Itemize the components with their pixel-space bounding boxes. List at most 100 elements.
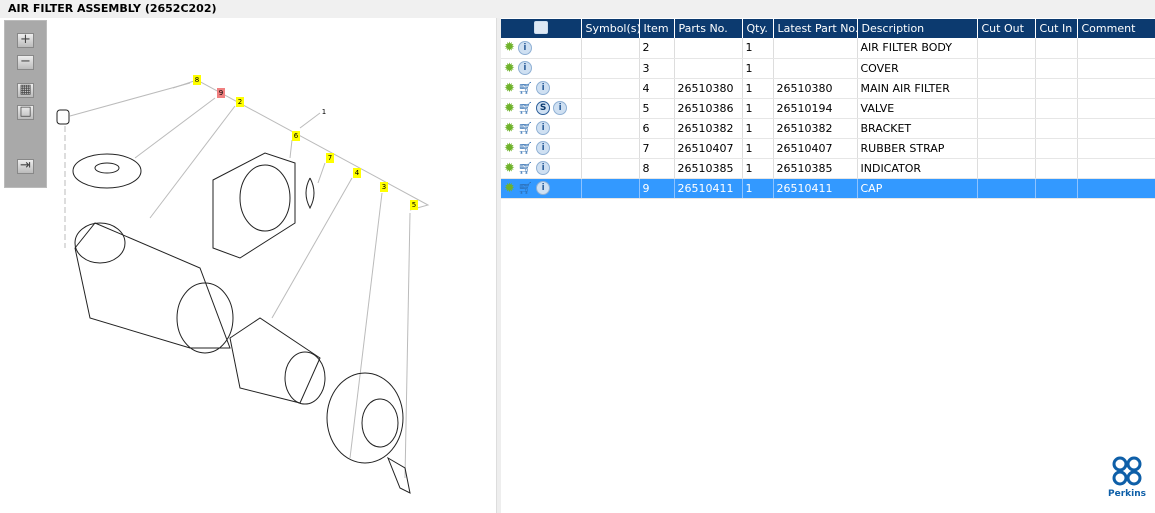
cut-out-cell — [977, 98, 1036, 119]
table-row[interactable]: ✹ 🛒︎ i 9 26510411 1 26510411 CAP — [501, 178, 1155, 199]
callout-3[interactable]: 3 — [380, 182, 388, 192]
gear-icon[interactable]: ✹ — [504, 101, 515, 116]
column-header[interactable]: Cut Out — [977, 19, 1036, 38]
comment-cell — [1077, 38, 1155, 59]
column-header-tools[interactable] — [501, 19, 582, 38]
column-header[interactable]: Comment — [1077, 19, 1155, 38]
row-actions: ✹ 🛒︎ i — [501, 178, 582, 199]
cart-icon[interactable]: 🛒︎ — [518, 121, 533, 135]
info-icon[interactable]: i — [536, 161, 551, 175]
callout-7[interactable]: 7 — [326, 153, 334, 163]
callout-1[interactable]: 1 — [320, 107, 328, 117]
export-panel-button[interactable]: ⇥ — [17, 159, 34, 174]
parts-no-cell: 26510380 — [674, 78, 743, 99]
column-header[interactable]: Description — [857, 19, 978, 38]
gear-icon[interactable]: ✹ — [504, 141, 515, 156]
latest-part-cell — [773, 58, 858, 79]
cart-icon[interactable]: 🛒︎ — [518, 141, 533, 155]
cut-out-cell — [977, 38, 1036, 59]
fit-view-button[interactable]: ▦ — [17, 83, 34, 98]
qty-cell: 1 — [742, 78, 774, 99]
table-row[interactable]: ✹ 🛒︎ i 4 26510380 1 26510380 MAIN AIR FILT… — [501, 78, 1155, 99]
item-cell: 2 — [639, 38, 675, 59]
cut-out-cell — [977, 158, 1036, 179]
table-row[interactable]: ✹ 🛒︎ i 7 26510407 1 26510407 RUBBER STRAP — [501, 138, 1155, 159]
info-icon[interactable]: i — [517, 61, 532, 75]
gear-icon[interactable]: ✹ — [504, 121, 515, 136]
description-cell: INDICATOR — [857, 158, 978, 179]
column-header[interactable]: Qty. — [742, 19, 774, 38]
item-cell: 9 — [639, 178, 675, 199]
column-header[interactable]: Cut In — [1035, 19, 1078, 38]
qty-cell: 1 — [742, 98, 774, 119]
callout-6[interactable]: 6 — [292, 131, 300, 141]
parts-no-cell — [674, 58, 743, 79]
callout-8[interactable]: 8 — [193, 75, 201, 85]
latest-part-cell: 26510385 — [773, 158, 858, 179]
callout-2[interactable]: 2 — [236, 97, 244, 107]
qty-cell: 1 — [742, 38, 774, 59]
info-icon[interactable]: i — [536, 181, 551, 195]
gear-icon[interactable]: ✹ — [504, 161, 515, 176]
symbols-cell — [581, 178, 640, 199]
page-title: AIR FILTER ASSEMBLY (2652C202) — [0, 0, 1155, 18]
callout-9[interactable]: 9 — [217, 88, 225, 98]
cart-icon[interactable]: 🛒︎ — [518, 101, 533, 115]
cart-icon[interactable]: 🛒︎ — [518, 161, 533, 175]
description-cell: VALVE — [857, 98, 978, 119]
cut-out-cell — [977, 178, 1036, 199]
viewer-toolbar: + − ▦ □ ⇥ — [4, 20, 47, 188]
parts-no-cell: 26510386 — [674, 98, 743, 119]
comment-cell — [1077, 98, 1155, 119]
row-actions: ✹ i — [501, 58, 582, 79]
comment-cell — [1077, 78, 1155, 99]
gear-icon[interactable]: ✹ — [504, 81, 515, 96]
column-header[interactable]: Latest Part No. — [773, 19, 858, 38]
description-cell: BRACKET — [857, 118, 978, 139]
table-row[interactable]: ✹ 🛒︎ i 8 26510385 1 26510385 INDICATOR — [501, 158, 1155, 179]
parts-no-cell: 26510385 — [674, 158, 743, 179]
cart-icon[interactable]: 🛒︎ — [518, 81, 533, 95]
qty-cell: 1 — [742, 118, 774, 139]
supersession-icon[interactable]: S — [536, 101, 551, 115]
table-row[interactable]: ✹ i 3 1 COVER — [501, 58, 1155, 79]
callout-5[interactable]: 5 — [410, 200, 418, 210]
table-row[interactable]: ✹ i 2 1 AIR FILTER BODY — [501, 38, 1155, 59]
search-view-icon[interactable] — [533, 20, 548, 34]
info-icon[interactable]: i — [536, 141, 551, 155]
latest-part-cell — [773, 38, 858, 59]
symbols-cell — [581, 78, 640, 99]
cart-icon[interactable]: 🛒︎ — [518, 181, 533, 195]
item-cell: 3 — [639, 58, 675, 79]
zoom-out-button[interactable]: − — [17, 55, 34, 70]
latest-part-cell: 26510380 — [773, 78, 858, 99]
parts-no-cell: 26510411 — [674, 178, 743, 199]
comment-cell — [1077, 158, 1155, 179]
parts-no-cell: 26510382 — [674, 118, 743, 139]
info-icon[interactable]: i — [536, 121, 551, 135]
callout-4[interactable]: 4 — [353, 168, 361, 178]
info-icon[interactable]: i — [553, 101, 568, 115]
latest-part-cell: 26510194 — [773, 98, 858, 119]
column-header[interactable]: Parts No. — [674, 19, 743, 38]
cut-in-cell — [1035, 138, 1078, 159]
cut-in-cell — [1035, 118, 1078, 139]
symbols-cell — [581, 38, 640, 59]
parts-no-cell — [674, 38, 743, 59]
column-header[interactable]: Symbol(s) — [581, 19, 641, 38]
gear-icon[interactable]: ✹ — [504, 40, 515, 55]
table-row[interactable]: ✹ 🛒︎ i 6 26510382 1 26510382 BRACKET — [501, 118, 1155, 139]
comment-cell — [1077, 118, 1155, 139]
item-cell: 5 — [639, 98, 675, 119]
info-icon[interactable]: i — [517, 40, 532, 55]
row-actions: ✹ 🛒︎ i — [501, 138, 582, 159]
symbols-cell — [581, 138, 640, 159]
table-row[interactable]: ✹ 🛒︎ Si 5 26510386 1 26510194 VALVE — [501, 98, 1155, 119]
gear-icon[interactable]: ✹ — [504, 181, 515, 196]
info-icon[interactable]: i — [536, 81, 551, 95]
zoom-in-button[interactable]: + — [17, 33, 34, 48]
gear-icon[interactable]: ✹ — [504, 61, 515, 76]
diagram-viewer[interactable]: 8 9 2 1 6 7 4 3 5 + − ▦ □ ⇥ — [0, 18, 497, 513]
column-header[interactable]: Item — [639, 19, 675, 38]
actual-size-button[interactable]: □ — [17, 105, 34, 120]
